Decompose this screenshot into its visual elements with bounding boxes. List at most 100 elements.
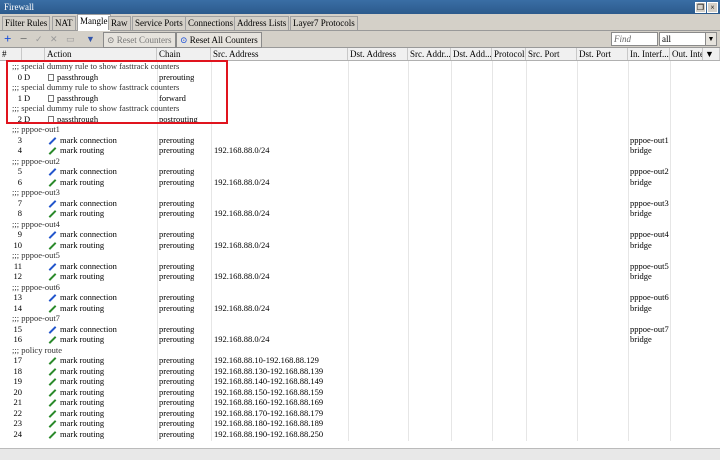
comment-row[interactable]: ;;; pppoe-out1	[0, 124, 720, 135]
table-row[interactable]: 6 mark routing prerouting 192.168.88.0/24 br…	[0, 177, 720, 188]
close-icon[interactable]: ×	[707, 2, 718, 13]
table-row[interactable]: 17 mark routing prerouting 192.168.88.10-19…	[0, 355, 720, 366]
restore-icon[interactable]: ❐	[695, 2, 706, 13]
rule-chain: prerouting	[159, 407, 195, 418]
filter-select[interactable]: all	[659, 32, 707, 46]
col-out-interface[interactable]: Out. Inte...	[670, 48, 703, 60]
rule-action-cell: mark connection	[48, 229, 117, 240]
rule-action: mark connection	[60, 323, 117, 334]
rule-in-interface: pppoe-out1	[630, 134, 669, 145]
table-row[interactable]: 14 mark routing prerouting 192.168.88.0/24 b…	[0, 303, 720, 314]
rule-chain: prerouting	[159, 365, 195, 376]
col-src-addr-list[interactable]: Src. Addr...	[408, 48, 451, 60]
rule-src-address: 192.168.88.130-192.168.88.139	[214, 365, 324, 376]
filter-icon[interactable]: ▼	[86, 32, 95, 46]
tab-service-ports[interactable]: Service Ports	[132, 16, 186, 30]
table-row[interactable]: 24 mark routing prerouting 192.168.88.190-1…	[0, 429, 720, 440]
reset-icon: ⊙	[107, 35, 115, 45]
tab-address-lists[interactable]: Address Lists	[234, 16, 290, 30]
comment-row[interactable]: ;;; pppoe-out3	[0, 187, 720, 198]
rule-action-cell: mark routing	[48, 397, 104, 408]
table-row[interactable]: 16 mark routing prerouting 192.168.88.0/24 b…	[0, 334, 720, 345]
pencil-icon	[48, 136, 57, 145]
highlight-box	[6, 60, 228, 124]
horizontal-scrollbar[interactable]	[0, 448, 720, 460]
table-row[interactable]: 19 mark routing prerouting 192.168.88.140-1…	[0, 376, 720, 387]
rule-src-address: 192.168.88.0/24	[214, 334, 270, 344]
find-input[interactable]: Find	[611, 32, 658, 46]
rule-number: 14	[13, 302, 23, 313]
pencil-icon	[48, 210, 57, 218]
table-row[interactable]: 8 mark routing prerouting 192.168.88.0/24 br…	[0, 208, 720, 219]
rule-number: 16	[13, 334, 23, 344]
rule-action-cell: mark routing	[48, 334, 104, 345]
comment-icon[interactable]: ▭	[66, 32, 75, 46]
add-icon[interactable]: +	[4, 32, 11, 46]
pencil-icon	[48, 357, 57, 365]
pencil-icon	[48, 430, 57, 439]
rule-chain: prerouting	[159, 229, 195, 239]
enable-icon[interactable]: ✓	[35, 32, 43, 46]
col-dst-port[interactable]: Dst. Port	[577, 48, 628, 60]
tab-connections[interactable]: Connections	[185, 16, 236, 30]
tab-raw[interactable]: Raw	[108, 16, 131, 30]
tab-layer7-protocols[interactable]: Layer7 Protocols	[290, 16, 358, 30]
table-row[interactable]: 23 mark routing prerouting 192.168.88.180-1…	[0, 418, 720, 429]
table-row[interactable]: 20 mark routing prerouting 192.168.88.150-1…	[0, 387, 720, 398]
rule-number: 24	[13, 428, 23, 439]
pencil-icon	[48, 147, 57, 155]
reset-all-counters-button[interactable]: ⊙ Reset All Counters	[176, 32, 262, 48]
table-row[interactable]: 7 mark connection prerouting pppoe-out3	[0, 198, 720, 209]
tab-mangle[interactable]: Mangle	[77, 14, 111, 31]
rule-src-address: 192.168.88.10-192.168.88.129	[214, 355, 319, 365]
rule-action-cell: mark routing	[48, 387, 104, 398]
remove-icon[interactable]: −	[20, 32, 27, 46]
rule-number: 7	[17, 197, 22, 208]
col-dst-addr-list[interactable]: Dst. Add...	[451, 48, 492, 60]
pencil-icon	[48, 399, 57, 407]
tab-nat[interactable]: NAT	[52, 16, 76, 30]
tab-filter-rules[interactable]: Filter Rules	[2, 16, 51, 30]
comment-row[interactable]: ;;; pppoe-out5	[0, 250, 720, 261]
col-protocol[interactable]: Protocol	[492, 48, 526, 60]
columns-menu-icon[interactable]: ▼	[703, 48, 720, 60]
table-row[interactable]: 5 mark connection prerouting pppoe-out2	[0, 166, 720, 177]
comment-row[interactable]: ;;; pppoe-out2	[0, 156, 720, 167]
reset-all-icon: ⊙	[180, 35, 188, 45]
table-row[interactable]: 9 mark connection prerouting pppoe-out4	[0, 229, 720, 240]
col-action[interactable]: Action	[45, 48, 157, 60]
comment-row[interactable]: ;;; pppoe-out4	[0, 219, 720, 230]
table-row[interactable]: 22 mark routing prerouting 192.168.88.170-1…	[0, 408, 720, 419]
rule-number: 9	[17, 229, 22, 239]
pencil-icon	[48, 231, 57, 239]
table-row[interactable]: 4 mark routing prerouting 192.168.88.0/24 br…	[0, 145, 720, 156]
col-dst-address[interactable]: Dst. Address	[348, 48, 408, 60]
col-src-address[interactable]: Src. Address	[211, 48, 348, 60]
col-in-interface[interactable]: In. Interf...	[628, 48, 670, 60]
table-row[interactable]: 10 mark routing prerouting 192.168.88.0/24 b…	[0, 240, 720, 251]
col-chain[interactable]: Chain	[157, 48, 211, 60]
comment-row[interactable]: ;;; pppoe-out7	[0, 313, 720, 324]
rule-src-address: 192.168.88.150-192.168.88.159	[214, 386, 324, 397]
rule-number: 17	[13, 355, 23, 365]
comment-row[interactable]: ;;; pppoe-out6	[0, 282, 720, 293]
rule-action: mark connection	[60, 292, 117, 302]
table-row[interactable]: 15 mark connection prerouting pppoe-out7	[0, 324, 720, 335]
table-row[interactable]: 12 mark routing prerouting 192.168.88.0/24 b…	[0, 271, 720, 282]
table-row[interactable]: 13 mark connection prerouting pppoe-out6	[0, 292, 720, 303]
table-row[interactable]: 3 mark connection prerouting pppoe-out1	[0, 135, 720, 146]
col-src-port[interactable]: Src. Port	[526, 48, 577, 60]
chevron-down-icon[interactable]: ▼	[705, 32, 717, 46]
reset-counters-button[interactable]: ⊙ Reset Counters	[103, 32, 176, 48]
table-row[interactable]: 11 mark connection prerouting pppoe-out5	[0, 261, 720, 272]
rule-action-cell: mark connection	[48, 324, 117, 335]
rule-action-cell: mark routing	[48, 145, 104, 156]
rule-action-cell: mark routing	[48, 376, 104, 387]
col-num[interactable]: #	[0, 48, 22, 60]
table-row[interactable]: 18 mark routing prerouting 192.168.88.130-1…	[0, 366, 720, 377]
comment-row[interactable]: ;;; policy route	[0, 345, 720, 356]
rule-number: 12	[13, 271, 23, 281]
table-row[interactable]: 21 mark routing prerouting 192.168.88.160-1…	[0, 397, 720, 408]
disable-icon[interactable]: ✕	[50, 32, 58, 46]
col-flags[interactable]	[22, 48, 45, 60]
